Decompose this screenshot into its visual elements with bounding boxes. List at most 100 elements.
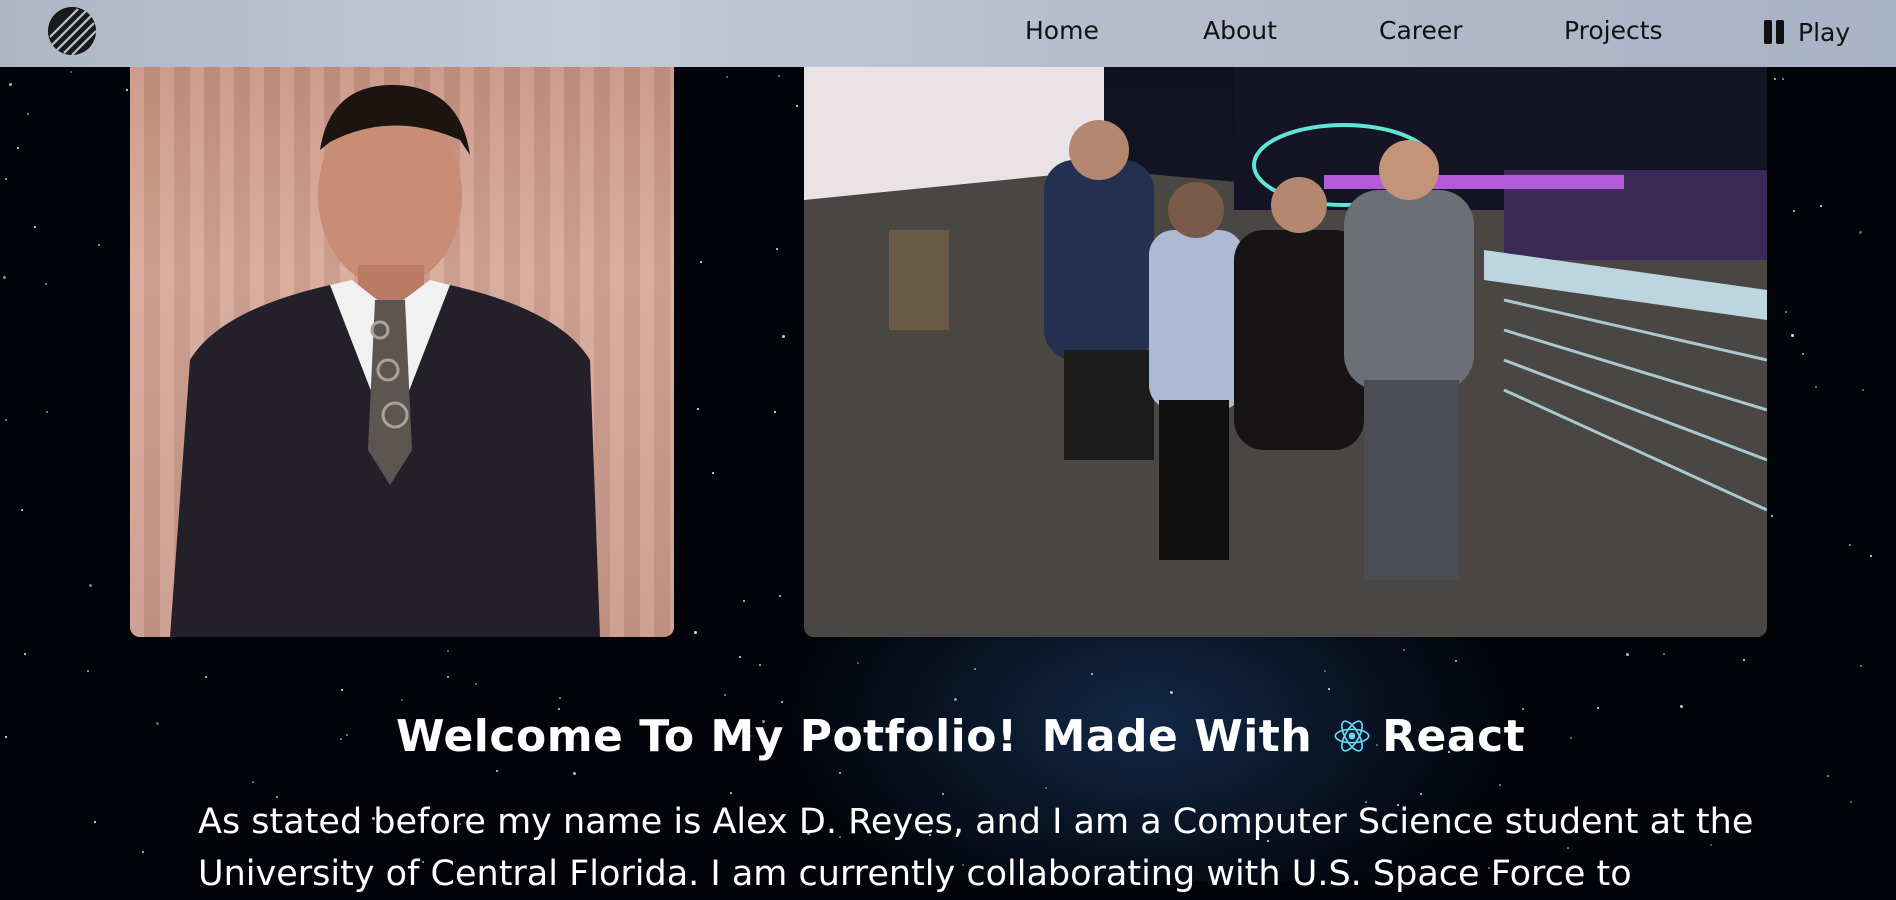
- star: [98, 244, 100, 246]
- welcome-title: Welcome To My Potfolio!: [396, 710, 1018, 762]
- star: [1420, 793, 1422, 795]
- star: [1791, 334, 1794, 337]
- star: [759, 664, 761, 666]
- star: [559, 697, 561, 699]
- nav-home-link[interactable]: Home: [1025, 16, 1099, 45]
- star: [142, 851, 144, 853]
- star: [447, 650, 449, 652]
- star: [1782, 78, 1784, 80]
- star: [1680, 705, 1683, 708]
- star: [447, 676, 449, 678]
- star: [94, 821, 96, 823]
- star: [1771, 515, 1773, 517]
- star: [34, 226, 36, 228]
- star: [1570, 737, 1572, 739]
- star: [401, 699, 403, 701]
- star: [1862, 389, 1864, 391]
- star: [782, 335, 785, 338]
- star: [1597, 707, 1599, 709]
- star: [17, 147, 19, 149]
- star: [496, 770, 498, 772]
- striped-circle-logo-icon[interactable]: [48, 7, 96, 55]
- star: [1802, 353, 1804, 355]
- star: [1815, 386, 1817, 388]
- star: [974, 668, 976, 670]
- nav-projects-link[interactable]: Projects: [1564, 16, 1663, 45]
- star: [156, 722, 159, 725]
- star: [1849, 544, 1851, 546]
- star: [3, 276, 6, 279]
- star: [5, 178, 7, 180]
- star: [774, 411, 776, 413]
- navbar: Home About Career Projects Play: [0, 0, 1896, 67]
- star: [573, 772, 576, 775]
- intro-paragraph: As stated before my name is Alex D. Reye…: [198, 796, 1758, 900]
- star: [341, 689, 343, 691]
- star: [346, 734, 348, 736]
- star: [1455, 660, 1457, 662]
- star: [1850, 801, 1852, 803]
- star: [1403, 649, 1405, 651]
- star: [1870, 555, 1872, 557]
- star: [1860, 665, 1862, 667]
- star: [1827, 775, 1829, 777]
- star: [697, 408, 699, 410]
- star: [126, 89, 128, 91]
- star: [781, 701, 783, 703]
- group-photo: [804, 30, 1767, 637]
- star: [778, 75, 780, 77]
- pause-icon: [1764, 20, 1784, 44]
- star: [89, 584, 92, 587]
- star: [45, 283, 47, 285]
- star: [1091, 673, 1093, 675]
- star: [1170, 691, 1173, 694]
- star: [726, 76, 728, 78]
- star: [1324, 670, 1326, 672]
- star: [27, 113, 29, 115]
- star: [694, 631, 697, 634]
- star: [779, 595, 781, 597]
- made-with-label: Made With: [1041, 710, 1313, 762]
- star: [1793, 210, 1795, 212]
- star: [1859, 231, 1862, 234]
- star: [712, 472, 714, 474]
- star: [724, 694, 726, 696]
- star: [87, 670, 89, 672]
- intro-line-2: University of Central Florida. I am curr…: [198, 854, 1632, 894]
- star: [776, 248, 778, 250]
- star: [46, 411, 48, 413]
- play-label: Play: [1798, 17, 1851, 47]
- star: [1743, 659, 1745, 661]
- star: [21, 509, 23, 511]
- star: [796, 105, 798, 107]
- star: [5, 419, 7, 421]
- nav-about-link[interactable]: About: [1203, 16, 1277, 45]
- nav-career-link[interactable]: Career: [1379, 16, 1463, 45]
- star: [1328, 688, 1330, 690]
- star: [743, 600, 745, 602]
- react-atom-icon: [1334, 720, 1370, 752]
- star: [739, 656, 741, 658]
- star: [857, 662, 859, 664]
- star: [1785, 311, 1787, 313]
- star: [205, 676, 207, 678]
- star: [475, 683, 477, 685]
- portrait-photo: [130, 30, 674, 637]
- star: [1045, 787, 1047, 789]
- star: [5, 736, 7, 738]
- star: [340, 738, 342, 740]
- play-music-button[interactable]: Play: [1764, 16, 1850, 48]
- star: [24, 653, 26, 655]
- star: [839, 772, 841, 774]
- star: [954, 698, 957, 701]
- react-label: React: [1382, 710, 1526, 762]
- star: [1499, 784, 1501, 786]
- star: [1774, 78, 1776, 80]
- star: [1626, 653, 1629, 656]
- star: [942, 793, 944, 795]
- intro-line-1: As stated before my name is Alex D. Reye…: [198, 802, 1754, 842]
- star: [1820, 205, 1822, 207]
- star: [70, 71, 72, 73]
- star: [730, 792, 732, 794]
- star: [252, 781, 254, 783]
